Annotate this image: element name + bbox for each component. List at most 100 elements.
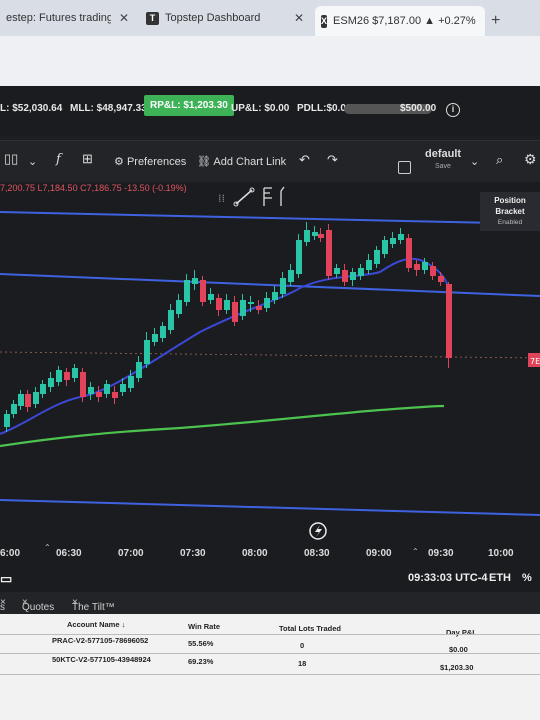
candle-body bbox=[288, 270, 294, 282]
candle-body bbox=[406, 238, 412, 268]
candlestick-canvas[interactable]: ⁞⁞ 7E ⌃ ⌃ bbox=[0, 182, 540, 592]
candle-body bbox=[48, 378, 54, 387]
add-chart-link-button[interactable]: ⛓ Add Chart Link bbox=[197, 155, 286, 168]
percent-toggle[interactable]: % bbox=[522, 572, 532, 584]
position-bracket-title: Position Bracket bbox=[494, 196, 526, 216]
close-icon[interactable]: ✕ bbox=[476, 14, 485, 28]
candle-body bbox=[280, 278, 286, 294]
candle-body bbox=[358, 268, 364, 276]
drawing-tools[interactable]: ⁞⁞ bbox=[218, 186, 285, 207]
indicators-icon[interactable]: f bbox=[56, 152, 61, 167]
account-name-cell: PRAC-V2-577105-78696052 bbox=[52, 636, 149, 645]
undo-icon[interactable]: ↶ bbox=[299, 152, 310, 168]
column-header-account[interactable]: Account Name ↓ bbox=[67, 620, 125, 629]
slow-ema-line bbox=[0, 404, 445, 448]
column-header-win-rate[interactable]: Win Rate bbox=[188, 622, 220, 631]
layout-name[interactable]: default bbox=[425, 148, 461, 160]
layout-checkbox[interactable] bbox=[398, 161, 411, 174]
session-toggle[interactable]: ETH bbox=[489, 572, 511, 584]
link-icon: ⛓ bbox=[197, 156, 211, 168]
chart-toolbar: ▯▯ ⌄ f ⊞ ⚙ Preferences ⛓ Add Chart Link … bbox=[0, 140, 540, 182]
candle-body bbox=[264, 298, 270, 308]
candle-body bbox=[18, 394, 24, 406]
candle-body bbox=[256, 306, 262, 310]
candle-body bbox=[176, 300, 182, 314]
x-favicon-icon: X bbox=[321, 14, 328, 28]
accounts-table: Account Name ↓ Win Rate Total Lots Trade… bbox=[0, 614, 540, 720]
candle-body bbox=[296, 240, 302, 274]
candle-body bbox=[192, 278, 198, 284]
time-tick: 07:30 bbox=[180, 548, 206, 559]
new-tab-button[interactable]: + bbox=[491, 12, 500, 30]
tab-quotes[interactable]: Quotes × bbox=[22, 597, 54, 613]
templates-grid-icon[interactable]: ⊞ bbox=[82, 151, 93, 167]
upper-trendline bbox=[0, 211, 540, 225]
tab-label: ESM26 $7,187.00 ▲ +0.27% bbox=[333, 15, 476, 27]
fib-tool-icon bbox=[263, 187, 272, 206]
trendline-tool-icon bbox=[235, 189, 253, 205]
tab-label: estep: Futures trading, funde bbox=[6, 12, 111, 24]
candle-body bbox=[208, 294, 214, 300]
tab-topstep-home[interactable]: estep: Futures trading, funde ✕ bbox=[0, 4, 135, 32]
candle-body bbox=[25, 394, 31, 407]
candle-body bbox=[422, 262, 428, 270]
candle-body bbox=[216, 298, 222, 310]
tab-topstep-dashboard[interactable]: T Topstep Dashboard ✕ bbox=[140, 4, 310, 32]
add-chart-link-label: Add Chart Link bbox=[213, 156, 287, 168]
candle-body bbox=[374, 250, 380, 264]
search-icon[interactable]: ⌕ bbox=[496, 152, 503, 168]
mll-stat: MLL: $48,947.33 bbox=[70, 103, 147, 114]
axis-marker-icon: ⌃ bbox=[44, 543, 51, 552]
gear-icon: ⚙ bbox=[114, 156, 124, 168]
price-chart[interactable]: ⁞⁞ 7E ⌃ ⌃ bbox=[0, 182, 540, 592]
candle-body bbox=[120, 384, 126, 392]
candle-type-icon[interactable]: ▯▯ bbox=[4, 151, 18, 167]
preferences-label: Preferences bbox=[126, 156, 187, 168]
tab-esm26-chart[interactable]: X ESM26 $7,187.00 ▲ +0.27% ✕ bbox=[315, 6, 485, 36]
time-tick: 09:00 bbox=[366, 548, 392, 559]
candle-body bbox=[136, 362, 142, 378]
lots-cell: 18 bbox=[298, 659, 307, 668]
browser-tab-bar: estep: Futures trading, funde ✕ T Topste… bbox=[0, 0, 540, 36]
column-header-pnl[interactable]: Day P&L bbox=[446, 628, 477, 637]
chart-status-row: ▭ 09:33:03 UTC-4 ETH % bbox=[0, 565, 540, 592]
chevron-down-icon[interactable]: ⌄ bbox=[28, 155, 37, 168]
panel-tabs: s × Quotes × The Tilt™ × bbox=[0, 592, 540, 614]
redo-icon[interactable]: ↷ bbox=[327, 152, 338, 168]
candle-body bbox=[430, 266, 436, 276]
candle-body bbox=[366, 260, 372, 270]
layout-save[interactable]: Save bbox=[435, 163, 451, 170]
candle-body bbox=[128, 376, 134, 388]
tab-positions[interactable]: s × bbox=[0, 597, 6, 613]
calendar-icon[interactable]: ▭ bbox=[0, 571, 12, 587]
column-header-lots[interactable]: Total Lots Traded bbox=[279, 624, 341, 633]
fast-ema-line bbox=[0, 257, 449, 435]
candles bbox=[4, 222, 452, 432]
candle-body bbox=[318, 234, 324, 238]
pdll-limit: $500.00 bbox=[400, 103, 437, 114]
tab-the-tilt[interactable]: The Tilt™ × bbox=[72, 597, 115, 613]
row-divider bbox=[0, 653, 540, 654]
balance-stat: L: $52,030.64 bbox=[0, 103, 63, 114]
candle-body bbox=[446, 284, 452, 358]
candle-body bbox=[64, 372, 70, 380]
close-icon[interactable]: ✕ bbox=[111, 11, 129, 25]
candle-body bbox=[104, 384, 110, 394]
tab-label: s bbox=[0, 602, 5, 613]
candle-body bbox=[342, 270, 348, 282]
chevron-down-icon[interactable]: ⌄ bbox=[470, 155, 479, 168]
axis-marker-icon: ⌃ bbox=[412, 547, 419, 556]
time-tick: 09:30 bbox=[428, 548, 454, 559]
preferences-button[interactable]: ⚙ Preferences bbox=[114, 155, 186, 168]
candle-body bbox=[312, 232, 318, 236]
candle-body bbox=[144, 340, 150, 364]
info-icon[interactable]: i bbox=[446, 103, 460, 117]
close-icon[interactable]: ✕ bbox=[286, 11, 304, 25]
position-bracket-toggle[interactable]: Position Bracket Enabled bbox=[480, 192, 540, 231]
time-tick: 08:30 bbox=[304, 548, 330, 559]
candle-body bbox=[224, 300, 230, 310]
candle-body bbox=[232, 302, 238, 322]
time-tick: 6:00 bbox=[0, 548, 21, 559]
candle-body bbox=[4, 414, 10, 427]
settings-gear-icon[interactable]: ⚙ bbox=[524, 151, 537, 168]
